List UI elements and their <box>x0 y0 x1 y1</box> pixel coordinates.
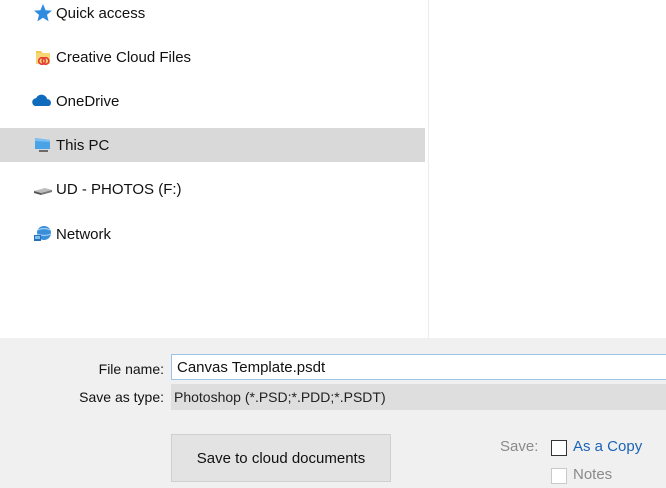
nav-item-label: Quick access <box>56 4 146 22</box>
creative-cloud-folder-icon <box>33 47 53 67</box>
as-a-copy-checkbox[interactable] <box>551 440 567 456</box>
as-a-copy-label[interactable]: As a Copy <box>573 438 642 455</box>
drive-icon <box>33 179 53 199</box>
nav-item-this-pc[interactable]: This PC <box>0 128 425 162</box>
nav-item-label: OneDrive <box>56 92 120 110</box>
file-list-pane[interactable] <box>428 0 666 338</box>
file-name-input[interactable] <box>171 354 666 380</box>
nav-item-label: UD - PHOTOS (F:) <box>56 180 182 198</box>
save-options-label: Save: <box>500 438 539 455</box>
nav-item-label: This PC <box>56 136 110 154</box>
onedrive-cloud-icon <box>31 91 53 111</box>
nav-item-onedrive[interactable]: OneDrive <box>0 84 425 118</box>
save-as-type-dropdown[interactable]: Photoshop (*.PSD;*.PDD;*.PSDT) <box>171 384 666 410</box>
cloud-button-label: Save to cloud documents <box>196 449 366 467</box>
nav-item-quick-access[interactable]: Quick access <box>0 0 425 30</box>
file-name-label: File name: <box>98 361 164 377</box>
nav-item-label: Creative Cloud Files <box>56 48 192 66</box>
navigation-pane: Quick access Creative Cloud Files OneDri… <box>0 0 428 338</box>
save-as-type-label: Save as type: <box>79 389 164 405</box>
nav-item-label: Network <box>56 225 112 243</box>
nav-item-ud-photos-drive[interactable]: UD - PHOTOS (F:) <box>0 172 425 206</box>
nav-item-creative-cloud-files[interactable]: Creative Cloud Files <box>0 40 425 74</box>
save-to-cloud-documents-button[interactable]: Save to cloud documents <box>171 434 391 482</box>
computer-icon <box>33 135 53 155</box>
notes-checkbox <box>551 468 567 484</box>
nav-item-network[interactable]: Network <box>0 217 425 251</box>
network-icon <box>33 224 53 244</box>
notes-label: Notes <box>573 466 613 483</box>
star-icon <box>33 3 53 23</box>
save-as-type-value: Photoshop (*.PSD;*.PDD;*.PSDT) <box>174 389 386 405</box>
